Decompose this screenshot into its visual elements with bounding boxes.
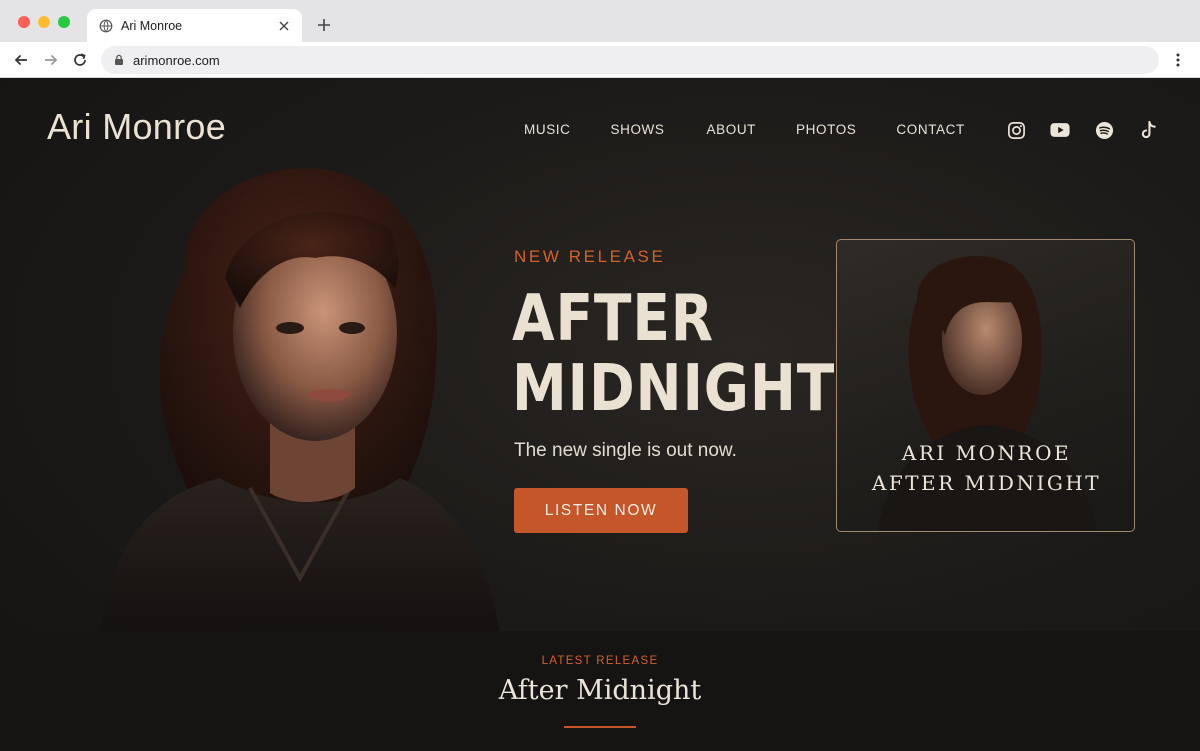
site-header: Ari Monroe MUSIC SHOWS ABOUT PHOTOS CONT…	[0, 78, 1200, 178]
address-bar[interactable]: arimonroe.com	[101, 46, 1159, 74]
back-arrow-icon[interactable]	[11, 50, 31, 70]
hero-title: AFTER MIDNIGHT	[512, 282, 834, 424]
latest-release-section: LATEST RELEASE After Midnight	[0, 631, 1200, 751]
url-text: arimonroe.com	[133, 52, 220, 68]
close-window-button[interactable]	[18, 16, 30, 28]
nav-shows[interactable]: SHOWS	[611, 122, 665, 137]
site-logo[interactable]: Ari Monroe	[47, 106, 226, 148]
browser-menu-icon[interactable]	[1168, 50, 1188, 70]
hero-title-line-2: MIDNIGHT	[512, 352, 836, 426]
browser-chrome: Ari Monroe arimonroe.com	[0, 0, 1200, 78]
browser-tab[interactable]: Ari Monroe	[87, 9, 302, 42]
minimize-window-button[interactable]	[38, 16, 50, 28]
divider	[564, 726, 636, 728]
instagram-icon[interactable]	[1006, 120, 1026, 140]
album-artist: ARI MONROE	[901, 441, 1072, 465]
lock-icon	[113, 54, 125, 66]
latest-release-label: LATEST RELEASE	[541, 655, 659, 667]
nav-contact[interactable]: CONTACT	[896, 122, 964, 137]
tiktok-icon[interactable]	[1138, 120, 1158, 140]
album-title: AFTER MIDNIGHT	[871, 471, 1102, 495]
nav-about[interactable]: ABOUT	[707, 122, 757, 137]
nav-music[interactable]: MUSIC	[524, 122, 571, 137]
globe-icon	[99, 19, 113, 33]
close-tab-icon[interactable]	[276, 18, 292, 34]
social-links	[1006, 120, 1158, 140]
latest-release-title: After Midnight	[498, 675, 702, 706]
tab-bar: Ari Monroe	[0, 0, 1200, 42]
artist-portrait	[100, 158, 500, 633]
tab-title: Ari Monroe	[121, 18, 183, 33]
hero-eyebrow: NEW RELEASE	[514, 247, 666, 266]
new-tab-icon[interactable]	[314, 15, 334, 35]
album-cover-card[interactable]: ARI MONROE AFTER MIDNIGHT	[836, 239, 1135, 532]
spotify-icon[interactable]	[1094, 120, 1114, 140]
youtube-icon[interactable]	[1050, 120, 1070, 140]
window-controls	[18, 16, 70, 28]
page-viewport: Ari Monroe MUSIC SHOWS ABOUT PHOTOS CONT…	[0, 78, 1200, 751]
maximize-window-button[interactable]	[58, 16, 70, 28]
hero-subtitle: The new single is out now.	[514, 440, 737, 461]
reload-icon[interactable]	[70, 50, 90, 70]
listen-now-button[interactable]: LISTEN NOW	[514, 488, 688, 533]
browser-toolbar: arimonroe.com	[0, 42, 1200, 78]
forward-arrow-icon[interactable]	[41, 50, 61, 70]
hero-title-line-1: AFTER	[512, 282, 715, 356]
nav-photos[interactable]: PHOTOS	[796, 122, 856, 137]
main-nav: MUSIC SHOWS ABOUT PHOTOS CONTACT	[524, 122, 965, 137]
